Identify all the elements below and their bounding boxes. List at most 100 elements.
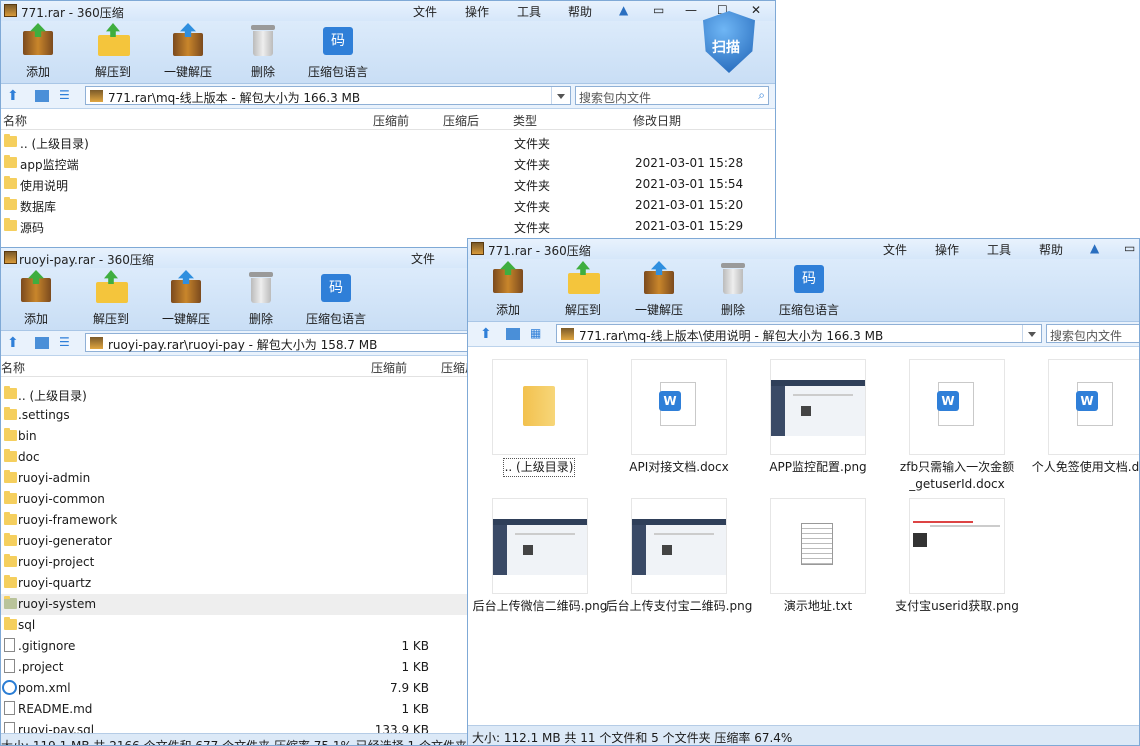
menu-tools[interactable]: 工具 <box>517 3 541 20</box>
add-button[interactable]: 添加 <box>473 261 543 318</box>
archive-icon <box>90 337 103 349</box>
list-item[interactable]: ruoyi-framework <box>1 510 479 531</box>
thumbnail[interactable]: W <box>909 359 1005 455</box>
title-bar[interactable]: ruoyi-pay.rar - 360压缩 文件 <box>1 248 479 268</box>
thumbnail[interactable] <box>770 359 866 455</box>
list-item[interactable]: ruoyi-system <box>1 594 479 615</box>
col-name[interactable]: 名称 <box>3 112 27 129</box>
skin-icon[interactable]: ▲ <box>1090 241 1099 255</box>
item-date: 2021-03-01 15:29 <box>635 219 744 233</box>
list-item[interactable]: .. (上级目录) 文件夹 <box>1 132 775 153</box>
item-name: .gitignore <box>18 639 76 653</box>
thumbnail[interactable] <box>909 498 1005 594</box>
title-bar[interactable]: 771.rar - 360压缩 文件 操作 工具 帮助 ▲ ▭ <box>468 239 1139 259</box>
skin-icon[interactable]: ▲ <box>619 3 628 17</box>
list-item[interactable]: doc <box>1 447 479 468</box>
thumbnail[interactable] <box>770 498 866 594</box>
feedback-icon[interactable]: ▭ <box>653 3 664 17</box>
list-item[interactable]: ruoyi-common <box>1 489 479 510</box>
add-button[interactable]: 添加 <box>1 270 71 327</box>
path-field[interactable]: 771.rar\mq-线上版本 - 解包大小为 166.3 MB <box>85 86 571 105</box>
thumbnail[interactable]: W <box>1048 359 1139 455</box>
delete-button[interactable]: 删除 <box>226 270 296 327</box>
add-button[interactable]: 添加 <box>3 23 73 80</box>
list-item[interactable]: sql <box>1 615 479 636</box>
thumbnail[interactable] <box>631 498 727 594</box>
col-size-after[interactable]: 压缩后 <box>443 112 479 129</box>
menu-operate[interactable]: 操作 <box>935 241 959 258</box>
list-item[interactable]: ruoyi-generator <box>1 531 479 552</box>
archive-language-button[interactable]: 码 压缩包语言 <box>774 261 844 318</box>
view-list-icon[interactable]: ☰ <box>59 88 75 104</box>
title-bar[interactable]: 771.rar - 360压缩 文件 操作 工具 帮助 ▲ ▭ — ☐ ✕ <box>1 1 775 21</box>
item-name: ruoyi-generator <box>18 534 112 548</box>
up-arrow-icon[interactable]: ⬆ <box>480 326 496 342</box>
archive-language-button[interactable]: 码 压缩包语言 <box>303 23 373 80</box>
view-grid-icon[interactable]: ▦ <box>530 326 546 342</box>
search-input[interactable]: 搜索包内文件 <box>1046 324 1139 343</box>
list-item[interactable]: ruoyi-project <box>1 552 479 573</box>
path-field[interactable]: 771.rar\mq-线上版本\使用说明 - 解包大小为 166.3 MB <box>556 324 1042 343</box>
col-name[interactable]: 名称 <box>1 359 25 376</box>
list-item[interactable]: .gitignore 1 KB <box>1 636 479 657</box>
text-file-icon <box>801 523 833 565</box>
item-name: sql <box>18 618 36 632</box>
menu-help[interactable]: 帮助 <box>1039 241 1063 258</box>
list-item[interactable]: ruoyi-admin <box>1 468 479 489</box>
menu-file[interactable]: 文件 <box>411 250 435 267</box>
one-click-extract-button[interactable]: 一键解压 <box>151 270 221 327</box>
feedback-icon[interactable]: ▭ <box>1124 241 1135 255</box>
chevron-down-icon[interactable] <box>1022 325 1041 342</box>
col-date[interactable]: 修改日期 <box>633 112 681 129</box>
item-type: 文件夹 <box>514 158 551 172</box>
one-click-extract-button[interactable]: 一键解压 <box>624 261 694 318</box>
thumbnail[interactable] <box>492 498 588 594</box>
list-item[interactable]: app监控端 文件夹 2021-03-01 15:28 <box>1 153 775 174</box>
delete-button[interactable]: 删除 <box>698 261 768 318</box>
search-input[interactable]: 搜索包内文件 ⌕ <box>575 86 769 105</box>
list-item[interactable]: ruoyi-quartz <box>1 573 479 594</box>
view-large-icon[interactable] <box>35 337 49 349</box>
delete-button[interactable]: 删除 <box>228 23 298 80</box>
folder-icon <box>4 575 17 588</box>
col-size-before[interactable]: 压缩前 <box>373 112 409 129</box>
menu-file[interactable]: 文件 <box>413 3 437 20</box>
menu-help[interactable]: 帮助 <box>568 3 592 20</box>
item-name: ruoyi-system <box>18 597 97 611</box>
extract-to-button[interactable]: 解压到 <box>76 270 146 327</box>
col-size-before[interactable]: 压缩前 <box>371 359 407 376</box>
list-item[interactable]: .settings <box>1 405 479 426</box>
item-name: ruoyi-admin <box>18 471 91 485</box>
menu-file[interactable]: 文件 <box>883 241 907 258</box>
list-item[interactable]: .. (上级目录) <box>1 384 479 405</box>
folder-icon <box>4 218 17 231</box>
search-icon[interactable]: ⌕ <box>758 88 765 103</box>
one-click-extract-button[interactable]: 一键解压 <box>153 23 223 80</box>
archive-language-button[interactable]: 码 压缩包语言 <box>301 270 371 327</box>
path-field[interactable]: ruoyi-pay.rar\ruoyi-pay - 解包大小为 158.7 MB <box>85 333 479 352</box>
list-item[interactable]: 源码 文件夹 2021-03-01 15:29 <box>1 216 775 237</box>
view-list-icon[interactable]: ☰ <box>59 335 75 351</box>
extract-to-button[interactable]: 解压到 <box>78 23 148 80</box>
view-large-icon[interactable] <box>506 328 520 340</box>
scan-button[interactable]: 扫描 <box>701 7 757 79</box>
list-item[interactable]: README.md 1 KB <box>1 699 479 720</box>
up-arrow-icon[interactable]: ⬆ <box>7 88 23 104</box>
col-type[interactable]: 类型 <box>513 112 537 129</box>
thumbnail[interactable]: W <box>631 359 727 455</box>
toolbar: 添加 解压到 一键解压 删除 码 压缩包语言 <box>1 21 775 84</box>
view-large-icon[interactable] <box>35 90 49 102</box>
extract-to-label: 解压到 <box>94 65 131 79</box>
minimize-icon[interactable]: — <box>685 3 697 17</box>
list-item[interactable]: 数据库 文件夹 2021-03-01 15:20 <box>1 195 775 216</box>
list-item[interactable]: pom.xml 7.9 KB <box>1 678 479 699</box>
list-item[interactable]: 使用说明 文件夹 2021-03-01 15:54 <box>1 174 775 195</box>
up-arrow-icon[interactable]: ⬆ <box>7 335 23 351</box>
chevron-down-icon[interactable] <box>551 87 570 104</box>
menu-operate[interactable]: 操作 <box>465 3 489 20</box>
list-item[interactable]: bin <box>1 426 479 447</box>
thumbnail[interactable] <box>492 359 588 455</box>
menu-tools[interactable]: 工具 <box>987 241 1011 258</box>
list-item[interactable]: .project 1 KB <box>1 657 479 678</box>
extract-to-button[interactable]: 解压到 <box>548 261 618 318</box>
